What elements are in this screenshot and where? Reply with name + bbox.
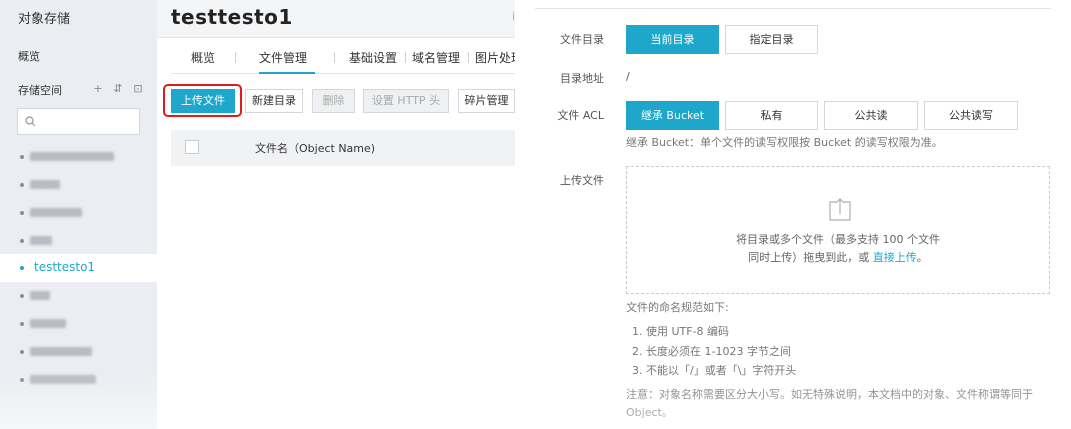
blurred-bucket-name xyxy=(30,347,92,356)
active-tab-indicator xyxy=(259,72,315,74)
tab-overview[interactable]: 概览 xyxy=(191,49,215,66)
bucket-item[interactable] xyxy=(0,366,157,394)
bucket-title: testtesto1 xyxy=(171,5,293,29)
sort-icon[interactable]: ⇵ xyxy=(112,82,124,95)
bucket-dot xyxy=(20,239,24,243)
bucket-item[interactable] xyxy=(0,282,157,310)
acl-public-read-option[interactable]: 公共读 xyxy=(824,101,918,130)
bucket-dot xyxy=(20,322,24,326)
sidebar-actions: + ⇵ ⊡ xyxy=(92,82,144,95)
directory-label: 文件目录 xyxy=(560,33,604,46)
blurred-bucket-name xyxy=(30,208,82,217)
bucket-item[interactable] xyxy=(0,227,157,255)
case-sensitivity-note: 注意：对象名称需要区分大小写。如无特殊说明，本文档中的对象、文件称谓等同于 Ob… xyxy=(626,388,1033,419)
file-acl-label: 文件 ACL xyxy=(557,109,604,122)
blurred-bucket-name xyxy=(30,319,66,328)
directory-address-value: / xyxy=(626,70,630,83)
acl-private-option[interactable]: 私有 xyxy=(725,101,818,130)
bucket-dot xyxy=(20,378,24,382)
bucket-item[interactable] xyxy=(0,199,157,227)
bucket-header: testtesto1 i xyxy=(157,0,515,38)
upload-icon xyxy=(829,198,851,221)
sidebar-item-overview[interactable]: 概览 xyxy=(18,48,40,64)
bucket-item[interactable] xyxy=(0,143,157,171)
acl-inherit-bucket-option[interactable]: 继承 Bucket xyxy=(626,101,719,130)
bucket-search-input[interactable] xyxy=(17,108,140,135)
specified-directory-option[interactable]: 指定目录 xyxy=(725,25,818,54)
bucket-item[interactable] xyxy=(0,338,157,366)
direct-upload-link[interactable]: 直接上传 xyxy=(873,251,917,264)
file-manager-pane: testtesto1 i 概览 文件管理 基础设置 域名管理 图片处理 上传文件… xyxy=(157,0,515,429)
drop-zone-text-line2: 同时上传）拖曳到此，或 直接上传。 xyxy=(627,249,1049,265)
acl-public-read-write-option[interactable]: 公共读写 xyxy=(924,101,1018,130)
current-directory-option[interactable]: 当前目录 xyxy=(626,25,719,54)
tab-image-processing[interactable]: 图片处理 xyxy=(475,49,515,66)
acl-hint: 继承 Bucket：单个文件的读写权限按 Bucket 的读写权限为准。 xyxy=(626,136,943,149)
select-all-checkbox[interactable] xyxy=(185,140,199,154)
plus-icon[interactable]: + xyxy=(92,82,104,95)
sidebar-storage-space-label: 存储空间 xyxy=(18,84,62,97)
new-directory-button[interactable]: 新建目录 xyxy=(245,89,303,113)
column-file-name: 文件名（Object Name) xyxy=(255,142,376,155)
tab-separator xyxy=(468,52,469,63)
bucket-dot xyxy=(20,266,24,270)
sidebar: 对象存储 概览 存储空间 + ⇵ ⊡ testtesto1 xyxy=(0,0,157,429)
directory-address-label: 目录地址 xyxy=(560,72,604,85)
bucket-dot xyxy=(20,155,24,159)
tab-domain-management[interactable]: 域名管理 xyxy=(412,49,460,66)
blurred-bucket-name xyxy=(30,375,96,384)
drop-zone-text-prefix: 同时上传）拖曳到此，或 xyxy=(748,251,873,264)
drop-zone-text-line1: 将目录或多个文件（最多支持 100 个文件 xyxy=(736,233,940,246)
upload-file-panel: 文件目录 当前目录 指定目录 目录地址 / 文件 ACL 继承 Bucket 私… xyxy=(515,0,1071,429)
active-bucket-name: testtesto1 xyxy=(34,260,96,274)
bucket-dot xyxy=(20,294,24,298)
file-table-header: 文件名（Object Name) xyxy=(171,130,515,166)
naming-rules-title: 文件的命名规范如下: xyxy=(626,301,729,314)
file-drop-zone[interactable]: 将目录或多个文件（最多支持 100 个文件 同时上传）拖曳到此，或 直接上传。 xyxy=(626,166,1050,294)
expand-icon[interactable]: ⊡ xyxy=(132,82,144,95)
search-icon xyxy=(25,116,36,127)
bucket-item-active[interactable]: testtesto1 xyxy=(0,254,157,282)
naming-rule-item: 2. 长度必须在 1-1023 字节之间 xyxy=(632,345,791,358)
naming-rule-item: 1. 使用 UTF-8 编码 xyxy=(632,325,730,338)
sidebar-title: 对象存储 xyxy=(18,12,71,27)
bucket-dot xyxy=(20,350,24,354)
bucket-dot xyxy=(20,183,24,187)
naming-rule-item: 3. 不能以「/」或者「\」字符开头 xyxy=(632,364,797,377)
tab-separator xyxy=(235,52,236,63)
set-http-header-button[interactable]: 设置 HTTP 头 xyxy=(363,89,449,113)
blurred-bucket-name xyxy=(30,291,50,300)
upload-button-highlight xyxy=(163,84,242,117)
tab-file-management[interactable]: 文件管理 xyxy=(259,49,307,66)
bucket-item[interactable] xyxy=(0,171,157,199)
bucket-item[interactable] xyxy=(0,310,157,338)
blurred-bucket-name xyxy=(30,152,114,161)
delete-button[interactable]: 删除 xyxy=(312,89,355,113)
tab-separator xyxy=(334,52,335,63)
blurred-bucket-name xyxy=(30,236,52,245)
tab-basic-settings[interactable]: 基础设置 xyxy=(349,49,397,66)
panel-top-divider xyxy=(535,8,1051,9)
tab-separator xyxy=(405,52,406,63)
upload-file-label: 上传文件 xyxy=(560,174,604,187)
bucket-tabs: 概览 文件管理 基础设置 域名管理 图片处理 xyxy=(171,40,515,74)
drop-zone-text-suffix: 。 xyxy=(916,251,928,264)
blurred-bucket-name xyxy=(30,180,60,189)
bucket-dot xyxy=(20,211,24,215)
